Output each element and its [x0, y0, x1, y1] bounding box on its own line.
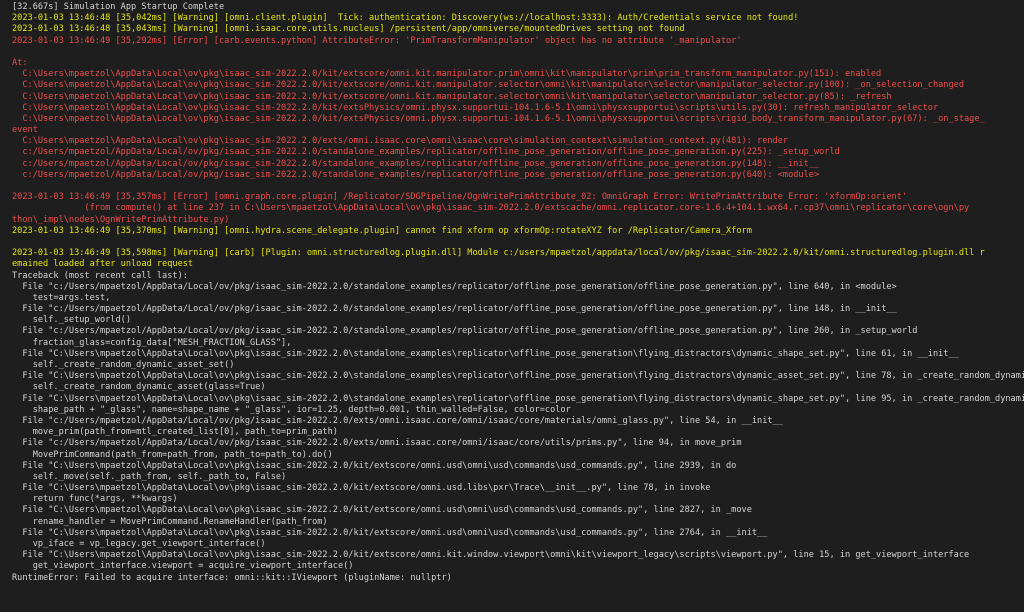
terminal-line: File "C:\Users\mpaetzol\AppData\Local\ov…: [12, 348, 959, 359]
terminal-line: MovePrimCommand(path_from=path_from, pat…: [12, 449, 333, 460]
terminal-line: C:\Users\mpaetzol\AppData\Local\ov\pkg\i…: [12, 113, 985, 124]
terminal-line: File "c:/Users/mpaetzol/AppData/Local/ov…: [12, 281, 897, 292]
terminal-line: vp_iface = vp_legacy.get_viewport_interf…: [12, 539, 266, 549]
terminal-line: fraction_glass=config_data["MESH_FRACTIO…: [12, 337, 292, 348]
terminal-line: Traceback (most recent call last):: [12, 270, 188, 281]
terminal-output[interactable]: [32.667s] Simulation App Startup Complet…: [0, 0, 1024, 612]
terminal-line: File "C:\Users\mpaetzol\AppData\Local\ov…: [12, 460, 737, 471]
terminal-line: File "c:/Users/mpaetzol/AppData/Local/ov…: [12, 415, 783, 426]
terminal-line: C:\Users\mpaetzol\AppData\Local\ov\pkg\i…: [12, 136, 789, 147]
terminal-line: self._setup_world(): [12, 315, 131, 326]
terminal-line: self._create_random_dynamic_asset(glass=…: [12, 382, 266, 393]
terminal-line: File "C:\Users\mpaetzol\AppData\Local\ov…: [12, 371, 1024, 382]
terminal-line: RuntimeError: Failed to acquire interfac…: [12, 572, 452, 583]
terminal-line: 2023-01-03 13:46:49 [35,598ms] [Warning]…: [12, 248, 985, 259]
terminal-line: At:: [12, 57, 28, 68]
terminal-line: c:/Users/mpaetzol/AppData/Local/ov/pkg/i…: [12, 158, 820, 169]
terminal-line: File "C:\Users\mpaetzol\AppData\Local\ov…: [12, 483, 711, 494]
terminal-line: return func(*args, **kwargs): [12, 494, 178, 505]
terminal-line: event: [12, 125, 38, 136]
terminal-line: (from compute() at line 237 in C:\Users\…: [12, 203, 970, 214]
terminal-line: c:/Users/mpaetzol/AppData/Local/ov/pkg/i…: [12, 169, 820, 180]
terminal-line: rename_handler = MovePrimCommand.RenameH…: [12, 516, 328, 527]
terminal-line: File "C:\Users\mpaetzol\AppData\Local\ov…: [12, 550, 970, 561]
terminal-line: 2023-01-03 13:46:49 [35,370ms] [Warning]…: [12, 225, 752, 236]
terminal-line: File "c:/Users/mpaetzol/AppData/Local/ov…: [12, 438, 742, 449]
terminal-line: C:\Users\mpaetzol\AppData\Local\ov\pkg\i…: [12, 102, 939, 113]
terminal-line: [32.667s] Simulation App Startup Complet…: [12, 2, 225, 12]
terminal-line: File "C:\Users\mpaetzol\AppData\Local\ov…: [12, 393, 1024, 404]
terminal-line: C:\Users\mpaetzol\AppData\Local\ov\pkg\i…: [12, 80, 964, 91]
terminal-line: File "c:/Users/mpaetzol/AppData/Local/ov…: [12, 326, 918, 337]
terminal-line: File "C:\Users\mpaetzol\AppData\Local\ov…: [12, 527, 768, 538]
terminal-line: C:\Users\mpaetzol\AppData\Local\ov\pkg\i…: [12, 91, 892, 102]
terminal-line: test=args.test,: [12, 292, 111, 303]
terminal-line: 2023-01-03 13:46:49 [35,292ms] [Error] […: [12, 35, 742, 46]
terminal-line: 2023-01-03 13:46:48 [35,042ms] [Warning]…: [12, 13, 799, 24]
terminal-line: emained loaded after unload request: [12, 259, 194, 270]
terminal-line: File "C:\Users\mpaetzol\AppData\Local\ov…: [12, 505, 752, 516]
terminal-line: self._move(self._path_from, self._path_t…: [12, 471, 287, 482]
terminal-line: File "c:/Users/mpaetzol/AppData/Local/ov…: [12, 304, 897, 315]
terminal-line: 2023-01-03 13:46:48 [35,043ms] [Warning]…: [12, 24, 685, 35]
terminal-line: move_prim(path_from=mtl_created_list[0],…: [12, 427, 338, 438]
terminal-line: thon\_impl\nodes\OgnWritePrimAttribute.p…: [12, 214, 230, 225]
terminal-line: c:/Users/mpaetzol/AppData/Local/ov/pkg/i…: [12, 147, 840, 158]
terminal-line: 2023-01-03 13:46:49 [35,357ms] [Error] […: [12, 192, 908, 203]
terminal-line: self._create_random_dynamic_asset_set(): [12, 360, 235, 370]
terminal-line: shape_path + "_glass", name=shape_name +…: [12, 404, 571, 415]
terminal-line: get_viewport_interface.viewport = acquir…: [12, 561, 354, 572]
terminal-line: C:\Users\mpaetzol\AppData\Local\ov\pkg\i…: [12, 69, 882, 80]
